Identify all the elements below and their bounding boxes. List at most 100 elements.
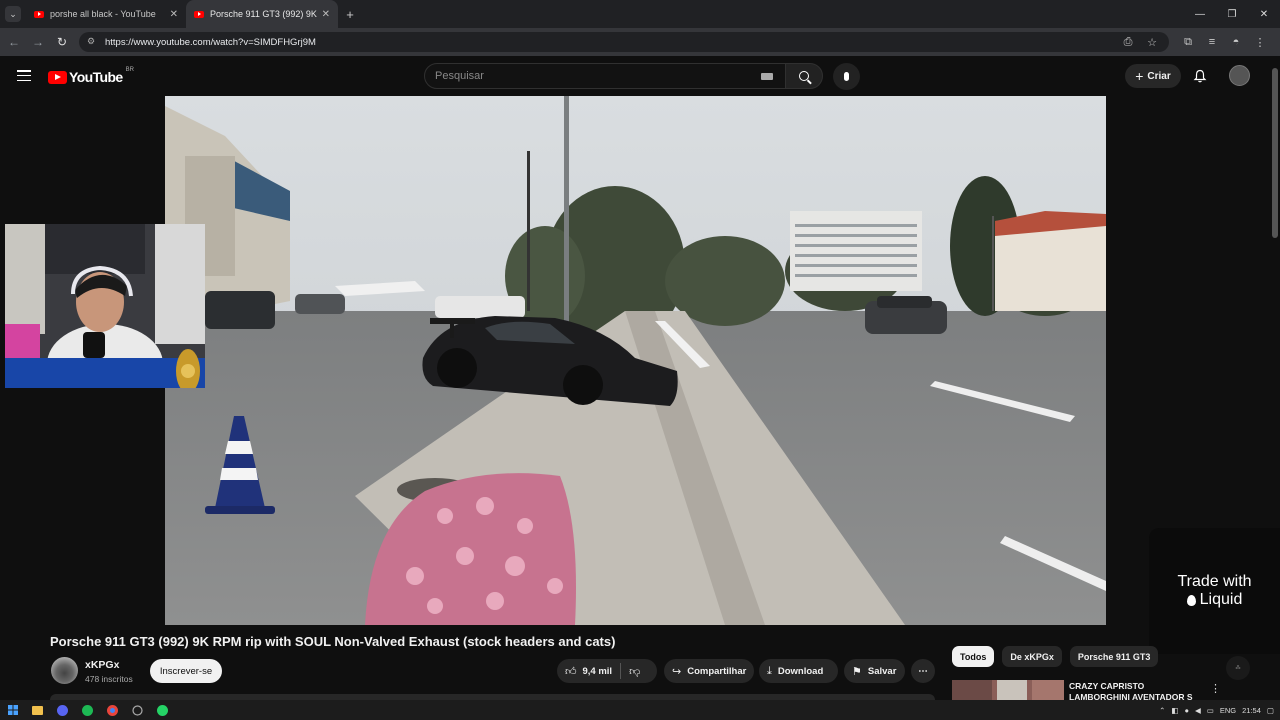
reading-list-icon[interactable]: ≡ — [1200, 36, 1224, 48]
file-explorer-icon[interactable] — [25, 700, 50, 720]
webcam-overlay — [5, 224, 205, 388]
browser-tab-2[interactable]: Porsche 911 GT3 (992) 9K RPM ✕ — [186, 0, 338, 28]
channel-avatar[interactable] — [51, 657, 78, 684]
like-dislike-group: 👍︎ 9,4 mil 👎︎ — [557, 659, 657, 683]
download-button[interactable]: ⤓ Download — [759, 659, 838, 683]
voice-search-button[interactable] — [833, 63, 860, 90]
account-avatar[interactable] — [1229, 65, 1250, 86]
save-button[interactable]: ⚑ Salvar — [844, 659, 905, 683]
back-button[interactable]: ← — [2, 28, 26, 56]
ad-line-2: Liquid — [1186, 591, 1243, 609]
download-label: Download — [777, 665, 824, 677]
minimize-icon[interactable]: — — [1184, 0, 1216, 28]
profile-icon[interactable]: ◓ — [1224, 36, 1248, 48]
plus-icon: + — [1135, 68, 1144, 84]
language-indicator[interactable]: ENG — [1220, 706, 1236, 715]
page-scrollbar[interactable] — [1272, 68, 1278, 238]
share-icon: ↪ — [672, 665, 682, 678]
recommendation-menu-icon[interactable]: ⋮ — [1210, 682, 1221, 695]
windows-taskbar: ⌃ ◧ ● ◀ ▭ ENG 21:54 ▢ — [0, 700, 1280, 720]
app-icon[interactable] — [125, 700, 150, 720]
browser-tab-1[interactable]: porshe all black - YouTube ✕ — [26, 0, 186, 28]
like-count[interactable]: 9,4 mil — [583, 666, 613, 677]
create-label: Criar — [1147, 70, 1171, 82]
filter-chips: Todos De xKPGx Porsche 911 GT3 — [952, 646, 1166, 667]
search-icon — [799, 71, 809, 81]
bookmark-icon: ⚑ — [852, 665, 862, 678]
browser-menu-icon[interactable]: ⋮ — [1248, 36, 1272, 49]
reload-button[interactable]: ↻ — [50, 28, 74, 56]
network-icon[interactable]: ▭ — [1207, 706, 1214, 715]
more-horizontal-icon: ⋯ — [918, 665, 928, 677]
keyboard-icon[interactable] — [761, 73, 773, 80]
youtube-play-icon — [48, 70, 67, 84]
video-title: Porsche 911 GT3 (992) 9K RPM rip with SO… — [50, 634, 616, 649]
thumbs-down-icon[interactable]: 👎︎ — [629, 665, 640, 678]
sponsored-ad[interactable]: Trade with Liquid — [1149, 528, 1280, 654]
save-label: Salvar — [867, 665, 897, 677]
tray-app-icon[interactable]: ◧ — [1171, 706, 1178, 715]
more-actions-button[interactable]: ⋯ — [911, 659, 935, 683]
notifications-bell-icon[interactable] — [1193, 69, 1207, 83]
windows-start-icon[interactable] — [0, 700, 25, 720]
bookmark-star-icon[interactable]: ☆ — [1140, 36, 1164, 49]
streamer-cam-image — [5, 224, 205, 388]
liquid-drop-icon — [1186, 594, 1196, 606]
video-player[interactable] — [165, 96, 1106, 625]
microphone-icon — [844, 72, 849, 81]
channel-name[interactable]: xKPGx — [85, 659, 119, 671]
search-button[interactable] — [785, 63, 823, 89]
chip-from-channel[interactable]: De xKPGx — [1002, 646, 1062, 667]
browser-tab-bar: ⌄ porshe all black - YouTube ✕ Porsche 9… — [0, 0, 1280, 28]
whatsapp-icon[interactable] — [150, 700, 175, 720]
youtube-header: YouTube BR Pesquisar + Criar — [0, 56, 1280, 96]
youtube-logo[interactable]: YouTube BR — [48, 67, 134, 85]
extensions-icon[interactable]: ⧉ — [1176, 36, 1200, 49]
volume-icon[interactable]: ◀ — [1195, 706, 1201, 715]
subscribe-button[interactable]: Inscrever-se — [150, 659, 222, 683]
new-tab-button[interactable]: + — [338, 7, 362, 22]
microphone-tray-icon[interactable]: ● — [1184, 706, 1189, 715]
download-icon: ⤓ — [767, 664, 772, 677]
subscriber-count: 478 inscritos — [85, 674, 133, 684]
clock[interactable]: 21:54 — [1242, 706, 1261, 715]
chip-porsche[interactable]: Porsche 911 GT3 — [1069, 646, 1159, 667]
youtube-favicon-icon — [34, 10, 44, 18]
address-bar-row: ← → ↻ ⚙ https://www.youtube.com/watch?v=… — [0, 28, 1280, 56]
toolbar-icons: ⎙ ☆ ⧉ ≡ ◓ ⋮ — [1116, 28, 1272, 56]
site-info-icon[interactable]: ⚙ — [87, 36, 99, 48]
chevron-down-icon: ⌄ — [5, 6, 21, 22]
install-app-icon[interactable]: ⎙ — [1116, 36, 1140, 49]
tab-search-button[interactable]: ⌄ — [0, 0, 26, 28]
create-button[interactable]: + Criar — [1125, 64, 1181, 88]
recommendation-thumbnail-image — [952, 680, 1064, 702]
search-placeholder: Pesquisar — [435, 70, 484, 82]
close-window-icon[interactable]: ✕ — [1248, 0, 1280, 28]
video-frame — [165, 96, 1106, 625]
tab-title: porshe all black - YouTube — [50, 9, 156, 19]
forward-button[interactable]: → — [26, 28, 50, 56]
search-input[interactable]: Pesquisar — [424, 63, 786, 89]
ad-brand: Liquid — [1199, 591, 1243, 608]
notifications-icon[interactable]: ▢ — [1267, 706, 1274, 715]
tab-title: Porsche 911 GT3 (992) 9K RPM — [210, 9, 318, 19]
url-bar[interactable]: ⚙ https://www.youtube.com/watch?v=SIMDFH… — [79, 32, 1169, 52]
country-code: BR — [125, 67, 134, 73]
close-tab-icon[interactable]: ✕ — [170, 9, 178, 20]
menu-icon[interactable] — [17, 70, 31, 81]
restore-icon[interactable]: ❐ — [1216, 0, 1248, 28]
share-button[interactable]: ↪ Compartilhar — [664, 659, 754, 683]
thumbs-up-icon[interactable]: 👍︎ — [565, 665, 577, 678]
tray-chevron-icon[interactable]: ⌃ — [1159, 706, 1165, 715]
url-text: https://www.youtube.com/watch?v=SIMDFHGr… — [105, 36, 316, 48]
chip-all[interactable]: Todos — [952, 646, 995, 667]
window-controls: — ❐ ✕ — [1184, 0, 1280, 28]
chrome-icon[interactable] — [100, 700, 125, 720]
recommendation-thumbnail[interactable] — [952, 680, 1064, 702]
ad-line-1: Trade with — [1177, 573, 1252, 590]
close-tab-icon[interactable]: ✕ — [322, 9, 330, 20]
youtube-wordmark: YouTube — [69, 69, 123, 85]
system-tray: ⌃ ◧ ● ◀ ▭ ENG 21:54 ▢ — [1159, 700, 1280, 720]
spotify-icon[interactable] — [75, 700, 100, 720]
discord-icon[interactable] — [50, 700, 75, 720]
